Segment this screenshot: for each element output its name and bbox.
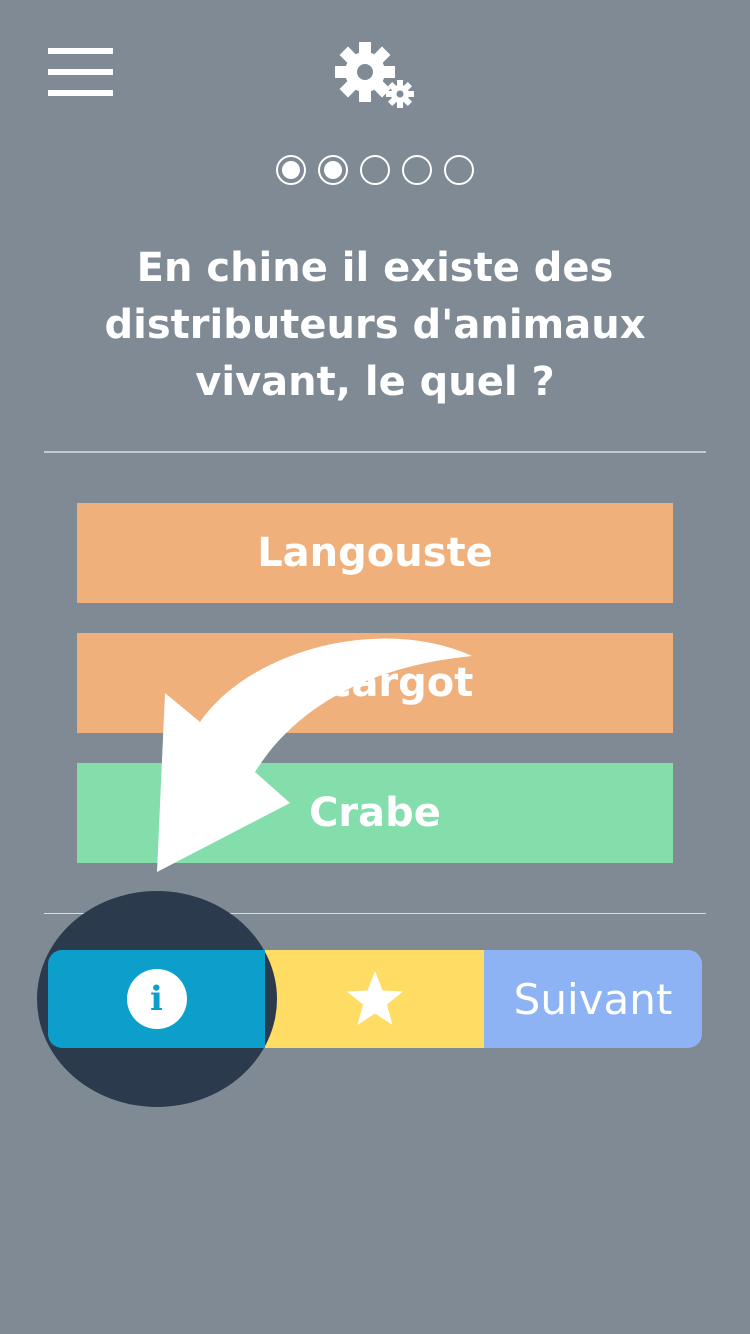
info-button-highlighted[interactable]: i (48, 950, 265, 1048)
next-button[interactable]: Suivant (484, 950, 702, 1048)
gears-icon (335, 42, 414, 108)
menu-bar (48, 69, 113, 75)
progress-dot (360, 155, 390, 185)
favorite-button[interactable] (265, 950, 484, 1048)
answer-button-3[interactable]: Crabe (77, 763, 673, 863)
info-icon: i (126, 969, 187, 1029)
progress-dot-completed (318, 155, 348, 185)
menu-bar (48, 90, 113, 96)
progress-dot-completed (276, 155, 306, 185)
answer-button-2[interactable]: Escargot (77, 633, 673, 733)
progress-indicator (0, 155, 750, 185)
answer-button-1[interactable]: Langouste (77, 503, 673, 603)
menu-bar (48, 48, 113, 54)
settings-button[interactable] (330, 40, 420, 110)
divider (44, 451, 706, 453)
progress-dot (402, 155, 432, 185)
question-text: En chine il existe des distributeurs d'a… (104, 245, 646, 405)
progress-dot (444, 155, 474, 185)
menu-button[interactable] (48, 48, 113, 96)
star-icon (346, 971, 403, 1025)
